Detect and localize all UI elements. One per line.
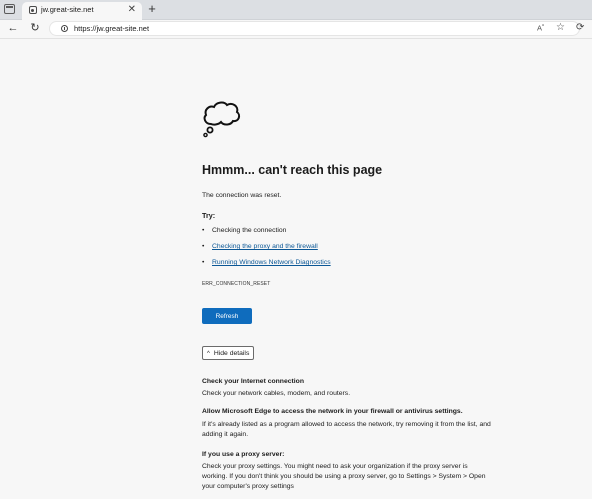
back-button[interactable]: ← [7, 22, 19, 34]
detail-heading: If you use a proxy server: [202, 451, 285, 458]
hide-details-button[interactable]: ^ Hide details [202, 346, 254, 360]
address-bar[interactable]: https://jw.great-site.net Aᵃ ☆ ⟳ [49, 21, 584, 36]
tab-close-button[interactable]: ✕ [128, 4, 136, 16]
detail-text: Check your network cables, modem, and ro… [202, 390, 351, 397]
detail-text: working. If you don't think you should b… [202, 473, 486, 480]
browser-toolbar: ← ↻ https://jw.great-site.net Aᵃ ☆ ⟳ [0, 20, 592, 39]
error-heading: Hmmm... can't reach this page [202, 163, 383, 177]
read-aloud-sup: ᵃ [542, 23, 544, 29]
tab-title: jw.great-site.net [41, 5, 94, 14]
refresh-alt-icon[interactable]: ⟳ [576, 22, 584, 33]
error-message: The connection was reset. [202, 192, 282, 199]
tab-active[interactable]: jw.great-site.net ✕ [22, 2, 142, 20]
detail-heading: Allow Microsoft Edge to access the netwo… [202, 408, 463, 415]
detail-text: your computer's proxy settings [202, 483, 294, 490]
proxy-firewall-link[interactable]: Checking the proxy and the firewall [212, 243, 318, 250]
favorite-star-icon[interactable]: ☆ [556, 22, 565, 33]
detail-text: If it's already listed as a program allo… [202, 421, 491, 428]
error-code: ERR_CONNECTION_RESET [202, 281, 271, 287]
tab-actions-icon[interactable] [4, 4, 15, 14]
site-favicon-icon [29, 6, 37, 14]
refresh-page-button[interactable]: ↻ [29, 22, 41, 34]
chevron-up-icon: ^ [207, 350, 210, 357]
tab-strip: jw.great-site.net ✕ + [0, 0, 592, 20]
url-text[interactable]: https://jw.great-site.net [74, 24, 149, 33]
thought-cloud-icon [203, 101, 241, 138]
read-aloud-button[interactable]: Aᵃ [537, 23, 544, 33]
hide-details-label: Hide details [213, 349, 250, 357]
info-icon[interactable] [61, 25, 68, 32]
refresh-button[interactable]: Refresh [202, 308, 252, 324]
detail-heading: Check your Internet connection [202, 378, 304, 385]
detail-text: Check your proxy settings. You might nee… [202, 463, 468, 470]
try-label: Try: [202, 211, 216, 220]
suggestion-text: Checking the connection [212, 227, 287, 234]
new-tab-button[interactable]: + [146, 2, 158, 16]
detail-text: adding it again. [202, 431, 249, 438]
network-diagnostics-link[interactable]: Running Windows Network Diagnostics [212, 259, 331, 266]
